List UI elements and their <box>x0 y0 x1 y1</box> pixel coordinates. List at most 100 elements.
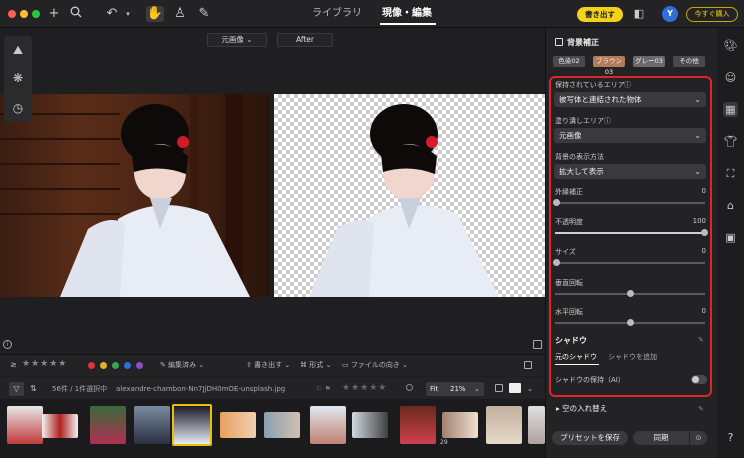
background-icon[interactable]: ▦ <box>723 102 738 117</box>
zoom-window-button[interactable] <box>32 10 40 18</box>
history-icon[interactable]: ◷ <box>10 100 26 116</box>
thumbnail[interactable] <box>400 406 436 444</box>
export-filter[interactable]: ⇪ 書き出す ⌄ <box>246 360 290 370</box>
opacity-slider[interactable] <box>555 232 705 234</box>
chevron-down-icon: ⌄ <box>694 131 701 140</box>
tab-library[interactable]: ライブラリ <box>312 6 362 22</box>
info-icon[interactable]: i <box>3 340 12 349</box>
view-dropdown-icon[interactable]: ⌄ <box>527 384 533 394</box>
thumbnail[interactable] <box>528 406 545 444</box>
buy-now-button[interactable]: 今すぐ購入 <box>686 7 738 22</box>
edit-icon[interactable]: ✎ <box>698 404 704 414</box>
thumbnail[interactable] <box>90 406 126 444</box>
add-icon[interactable]: + <box>46 6 62 22</box>
ai-enhance-icon[interactable]: ⛰ <box>10 42 26 58</box>
file-star-rating[interactable]: ★★★★★ <box>342 383 387 393</box>
edited-filter[interactable]: ✎ 編集済み ⌄ <box>160 360 204 370</box>
sync-button[interactable]: 同期 <box>633 431 689 445</box>
size-slider[interactable] <box>555 262 705 264</box>
slider-label: 垂直回転 <box>555 279 583 287</box>
zoom-dropdown-icon[interactable]: ⌄ <box>474 384 480 394</box>
view-mode-select[interactable]: 元画像 ⌄ <box>207 33 267 47</box>
sync-options-icon[interactable]: ⊙ <box>690 431 707 445</box>
thumbnail[interactable] <box>134 406 170 444</box>
avatar[interactable]: Y <box>662 6 678 22</box>
thumbnail[interactable] <box>42 414 78 438</box>
sky-replace-row[interactable]: ▸ 空の入れ替え <box>556 404 607 414</box>
slider-label: 不透明度 <box>555 218 583 226</box>
fill-area-select[interactable]: 元画像 ⌄ <box>554 128 706 143</box>
preset-chip[interactable]: 色染02 <box>553 56 585 67</box>
thumbnail[interactable] <box>220 412 256 438</box>
slider-knob[interactable] <box>701 229 708 236</box>
camera-icon[interactable]: ⌂ <box>723 198 738 213</box>
slider-knob[interactable] <box>553 259 560 266</box>
filter-toggle-icon[interactable]: ≥ <box>10 360 17 370</box>
color-label-green[interactable] <box>112 362 119 369</box>
thumbnail[interactable] <box>264 412 300 438</box>
preset-chip[interactable]: グレー03 <box>633 56 665 67</box>
flag-icons[interactable]: ⚐ ⚑ <box>316 384 331 394</box>
brush-tool-icon[interactable]: ✎ <box>196 6 212 22</box>
fill-area-help-icon[interactable]: ⓘ <box>604 116 611 126</box>
preset-chip[interactable]: ブラウン03 <box>593 56 625 76</box>
minimize-window-button[interactable] <box>20 10 28 18</box>
preset-chip[interactable]: その他 <box>673 56 705 67</box>
slider-knob[interactable] <box>553 199 560 206</box>
panel-layout-icon[interactable] <box>533 340 542 349</box>
palette-icon[interactable]: 🎨︎ <box>723 38 738 53</box>
slider-value: 100 <box>692 217 706 225</box>
undo-icon[interactable]: ↶ <box>104 6 120 22</box>
thumbnail[interactable] <box>310 406 346 444</box>
display-method-select[interactable]: 拡大して表示 ⌄ <box>554 164 706 179</box>
kept-area-help-icon[interactable]: ⓘ <box>624 80 631 90</box>
thumbnail[interactable] <box>442 412 478 438</box>
star-rating[interactable]: ★★★★★ <box>22 359 67 369</box>
single-view-icon[interactable] <box>495 384 503 392</box>
export-button[interactable]: 書き出す <box>577 7 623 22</box>
person-icon[interactable]: ☺ <box>723 70 738 85</box>
slider-knob[interactable] <box>627 290 634 297</box>
tab-add-shadow[interactable]: シャドウを追加 <box>608 352 657 362</box>
slider-knob[interactable] <box>627 319 634 326</box>
crop-icon[interactable]: ⛶ <box>723 166 738 181</box>
undo-dropdown-icon[interactable]: ▾ <box>120 6 136 22</box>
hand-tool-icon[interactable]: ✋ <box>146 6 164 22</box>
compare-view-icon[interactable] <box>509 383 521 393</box>
search-icon[interactable] <box>68 6 84 22</box>
color-label-yellow[interactable] <box>100 362 107 369</box>
close-window-button[interactable] <box>8 10 16 18</box>
chevron-down-icon: ⌄ <box>694 167 701 176</box>
help-icon[interactable]: ? <box>723 430 738 445</box>
stamp-tool-icon[interactable]: ♙ <box>172 6 188 22</box>
thumbnail-selected[interactable] <box>172 404 212 446</box>
filter-icon[interactable]: ▽ <box>9 382 24 396</box>
format-label: 形式 <box>309 361 324 369</box>
thumbnail[interactable] <box>486 406 522 444</box>
tab-develop[interactable]: 現像・編集 <box>382 6 432 22</box>
slider-label: サイズ <box>555 248 576 256</box>
view-mode-label: 元画像 <box>221 35 244 44</box>
outer-edge-slider[interactable] <box>555 202 705 204</box>
color-label-purple[interactable] <box>136 362 143 369</box>
kept-area-select[interactable]: 被写体と連結された物体 ⌄ <box>554 92 706 107</box>
color-label-red[interactable] <box>88 362 95 369</box>
folder-settings-icon[interactable]: ▣ <box>723 230 738 245</box>
thumbnail[interactable] <box>352 412 388 438</box>
file-color-label[interactable] <box>406 384 413 391</box>
edit-icon[interactable]: ✎ <box>698 335 704 345</box>
selection-count: 56件 / 1件選択中 <box>52 385 108 393</box>
thumbnail[interactable] <box>7 406 43 444</box>
collapse-icon[interactable] <box>524 361 532 369</box>
color-label-blue[interactable] <box>124 362 131 369</box>
sort-icon[interactable]: ⇅ <box>30 384 37 394</box>
tab-original-shadow[interactable]: 元のシャドウ <box>555 352 597 362</box>
save-preset-button[interactable]: プリセットを保存 <box>552 431 628 445</box>
clothing-icon[interactable]: 👕︎ <box>723 134 738 149</box>
orientation-filter[interactable]: ▭ ファイルの向き ⌄ <box>342 360 408 370</box>
format-filter[interactable]: ⌘ 形式 ⌄ <box>300 360 331 370</box>
sky-replace-label: 空の入れ替え <box>562 404 608 413</box>
panel-toggle-icon[interactable]: ◧ <box>631 6 647 22</box>
sparkle-icon[interactable]: ❋ <box>10 70 26 86</box>
kept-area-value: 被写体と連結された物体 <box>559 95 642 104</box>
